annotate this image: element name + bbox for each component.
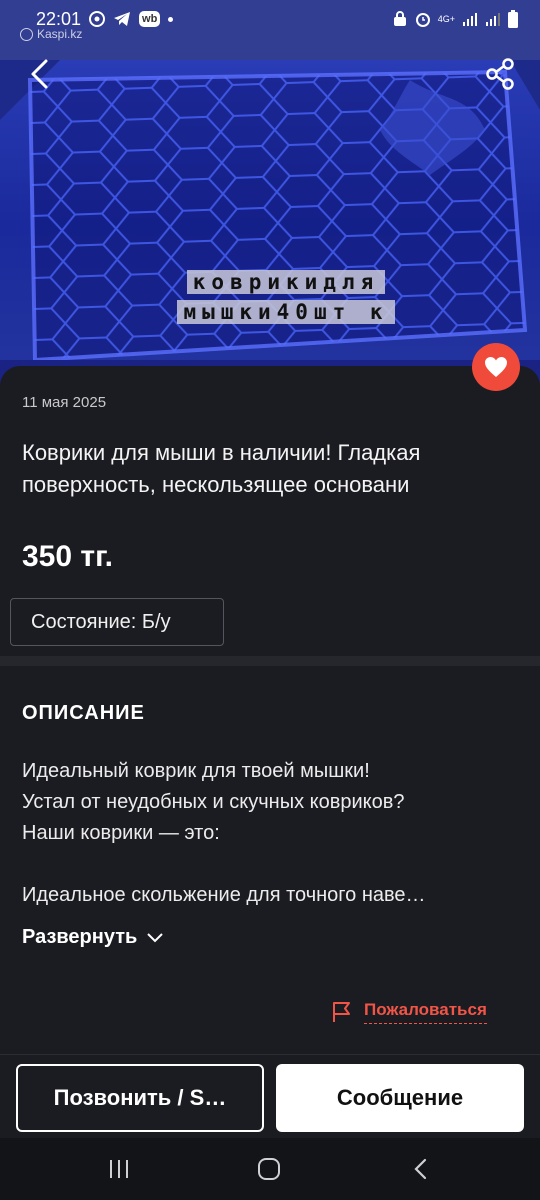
condition-badge: Состояние: Б/у: [10, 598, 224, 646]
expand-description-button[interactable]: Развернуть: [22, 926, 164, 949]
dot-icon: [168, 16, 174, 22]
recents-icon[interactable]: [106, 1158, 132, 1180]
description-line: Идеальное скольжение для точного наве…: [22, 884, 426, 906]
watermark: Kaspi.kz: [20, 27, 82, 41]
image-caption-line-2: мышки40шт к: [177, 300, 395, 324]
signal-icon: [486, 13, 500, 26]
system-nav-bar: [0, 1138, 540, 1200]
product-image[interactable]: коврикидля мышки40шт к: [0, 0, 540, 390]
report-label: Пожаловаться: [364, 1000, 487, 1024]
alarm-icon: [415, 13, 430, 27]
mouse-pad-photo: [0, 0, 540, 390]
description-line: Наши коврики — это:: [22, 822, 220, 844]
back-nav-icon[interactable]: [410, 1158, 432, 1180]
description-line: Идеальный коврик для твоей мышки!: [22, 760, 370, 782]
network-type: 4G+: [437, 13, 455, 24]
signal-icon: [463, 13, 477, 26]
description-line: [22, 849, 522, 880]
kaspi-logo-icon: [20, 27, 33, 41]
flag-icon: [333, 1002, 350, 1022]
listing-price: 350 тг.: [22, 540, 113, 573]
lock-icon: [393, 11, 406, 26]
image-caption: коврикидля мышки40шт к: [152, 267, 420, 327]
heart-icon: [485, 357, 507, 377]
chevron-down-icon: [147, 932, 164, 942]
section-divider: [0, 656, 540, 666]
image-caption-line-1: коврикидля: [186, 270, 386, 294]
action-bar: Позвонить / S… Сообщение: [0, 1054, 540, 1138]
favorite-button[interactable]: [472, 343, 520, 391]
telegram-icon: [114, 12, 131, 26]
description-line: Устал от неудобных и скучных ковриков?: [22, 791, 405, 813]
chrome-icon: [89, 11, 106, 27]
expand-label: Развернуть: [22, 926, 138, 948]
listing-title: Коврики для мыши в наличии! Гладкая пове…: [22, 440, 421, 497]
share-icon: [486, 58, 514, 90]
watermark-text: Kaspi.kz: [37, 27, 83, 41]
message-button[interactable]: Сообщение: [276, 1064, 524, 1132]
battery-icon: [508, 10, 518, 28]
chevron-left-icon: [31, 59, 48, 89]
description-text: Идеальный коврик для твоей мышки! Устал …: [22, 756, 522, 911]
description-heading: ОПИСАНИЕ: [22, 702, 145, 724]
wb-icon: wb: [139, 11, 161, 27]
listing-date: 11 мая 2025: [22, 394, 107, 411]
call-button[interactable]: Позвонить / S…: [16, 1064, 264, 1132]
share-button[interactable]: [482, 56, 518, 92]
report-button[interactable]: Пожаловаться: [332, 1000, 487, 1024]
home-icon[interactable]: [256, 1158, 282, 1180]
back-button[interactable]: [22, 56, 58, 92]
